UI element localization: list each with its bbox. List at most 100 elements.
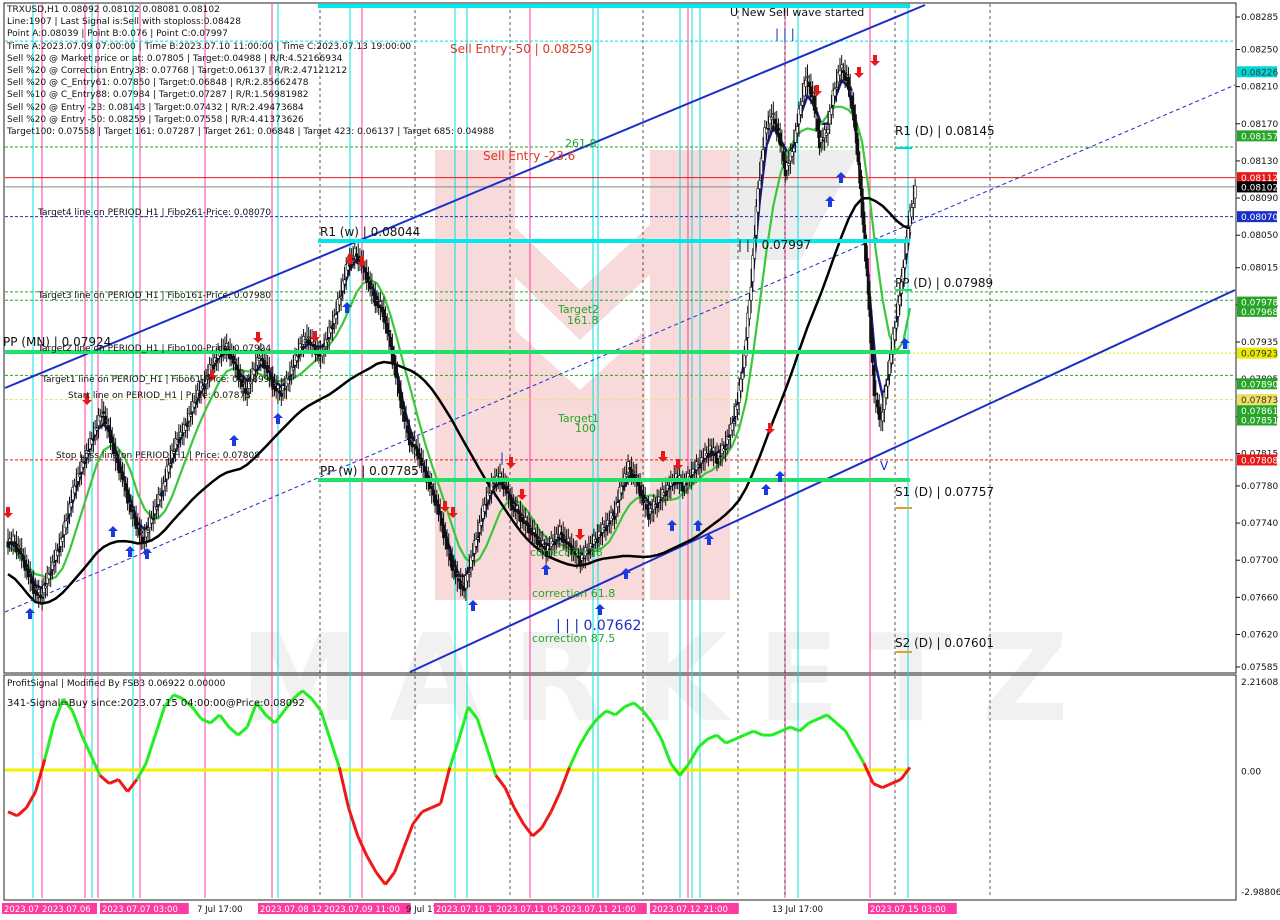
candle-body — [278, 390, 282, 394]
candle-body — [466, 573, 470, 582]
candle-body — [848, 86, 852, 91]
indicator-segment — [117, 778, 129, 793]
indicator-segment — [522, 822, 534, 837]
candle-body — [792, 147, 796, 152]
candle-body — [471, 555, 475, 561]
indicator-segment — [374, 871, 387, 886]
candle-body — [833, 88, 837, 97]
candle-body — [13, 541, 17, 545]
candle-body — [850, 95, 854, 106]
candle-body — [64, 520, 68, 529]
correction-87-label: correction 87.5 — [532, 632, 615, 645]
candle-body — [25, 564, 29, 568]
candle-body — [640, 490, 644, 493]
price-tick-label: 0.07585 — [1241, 663, 1278, 673]
candle-body — [621, 485, 625, 488]
candle-body — [604, 527, 608, 532]
wave-label: U New Sell wave started — [730, 6, 864, 19]
candle-body — [435, 499, 439, 503]
candle-body — [413, 440, 417, 445]
candle-body — [421, 461, 425, 464]
candle-body — [706, 453, 710, 457]
candle-body — [807, 81, 811, 87]
indicator-tick-label: 0.00 — [1241, 767, 1261, 777]
candle-body — [876, 399, 880, 408]
correction-61-label: correction 61.8 — [532, 587, 615, 600]
candle-body — [488, 493, 492, 496]
candle-body — [561, 534, 565, 543]
candle-body — [418, 453, 422, 456]
sell-arrow-icon — [765, 423, 775, 434]
price-label-text: 0.07851 — [1241, 417, 1278, 427]
indicator-segment — [365, 855, 378, 874]
time-axis: 2023.07.062023.07.06 2023.07.07 03:00 7 Ju… — [2, 903, 957, 915]
indicator-segment — [384, 871, 396, 886]
candle-body — [756, 188, 760, 213]
candle-body — [512, 503, 516, 506]
indicator-segment — [881, 782, 893, 789]
time-label-text: 2023.07.09 11:00 — [324, 905, 400, 915]
candle-body — [790, 151, 794, 157]
price-tick-label: 0.08050 — [1241, 231, 1278, 241]
wave-v-label: V — [880, 459, 889, 473]
candle-body — [276, 384, 280, 389]
candle-body — [845, 74, 849, 76]
indicator-title: ProfitSignal | Modified By FSB3 0.06922 … — [7, 679, 226, 689]
candle-body — [6, 541, 10, 548]
sell-arrow-icon — [854, 67, 864, 78]
candle-body — [160, 494, 164, 497]
candle-body — [867, 281, 871, 310]
candle-body — [770, 116, 774, 120]
indicator-segment — [43, 722, 56, 760]
candle-body — [401, 402, 405, 410]
indicator-segment — [862, 762, 875, 785]
indicator-segment — [34, 758, 47, 793]
candle-body — [91, 439, 95, 441]
candle-body — [713, 453, 717, 457]
time-label-text: 2023.07.11 21:00 — [560, 905, 636, 915]
candle-body — [782, 151, 786, 162]
candle-body — [799, 104, 803, 115]
s2-daily-label: S2 (D) | 0.07601 — [895, 636, 994, 650]
candle-body — [787, 163, 791, 166]
buy-arrow-icon — [108, 526, 118, 537]
candle-body — [534, 534, 538, 538]
price-label-text: 0.07923 — [1241, 350, 1278, 360]
candle-body — [52, 562, 56, 566]
candle-body — [626, 461, 630, 473]
candle-body — [452, 564, 456, 568]
candle-body — [865, 258, 869, 277]
candle-body — [739, 378, 743, 392]
candle-body — [262, 360, 266, 369]
indicator-segment — [531, 826, 543, 838]
candle-body — [515, 505, 519, 510]
candle-body — [37, 589, 41, 594]
candle-body — [146, 530, 150, 533]
candle-body — [307, 336, 311, 339]
candle-body — [824, 132, 828, 136]
candle-body — [814, 107, 818, 114]
candle-body — [343, 279, 347, 285]
candle-body — [288, 378, 292, 381]
candle-body — [853, 114, 857, 131]
price-tick-label: 0.08090 — [1241, 194, 1278, 204]
header-line: Sell %20 @ C_Entry61: 0.07850 | Target:0… — [7, 78, 309, 89]
candle-body — [664, 492, 668, 497]
candle-body — [795, 126, 799, 134]
indicator-tick-label: -2.98806 — [1241, 888, 1280, 898]
time-label-text: 2023.07.12 21:00 — [652, 905, 728, 915]
candle-body — [269, 374, 273, 380]
candle-body — [139, 531, 143, 533]
candle-body — [476, 537, 480, 540]
candle-body — [479, 520, 483, 526]
header-line: Line:1907 | Last Signal is:Sell with sto… — [7, 17, 241, 28]
candle-body — [616, 502, 620, 508]
candle-body — [595, 539, 599, 543]
header-line: Sell %20 @ Entry -23: 0.08143 | Target:0… — [7, 102, 304, 113]
fibo-261-label: 261.8 — [565, 137, 597, 150]
candle-body — [630, 469, 634, 478]
indicator-segment — [337, 767, 351, 809]
candle-body — [33, 587, 37, 589]
candle-body — [870, 337, 874, 363]
candle-body — [659, 499, 663, 502]
